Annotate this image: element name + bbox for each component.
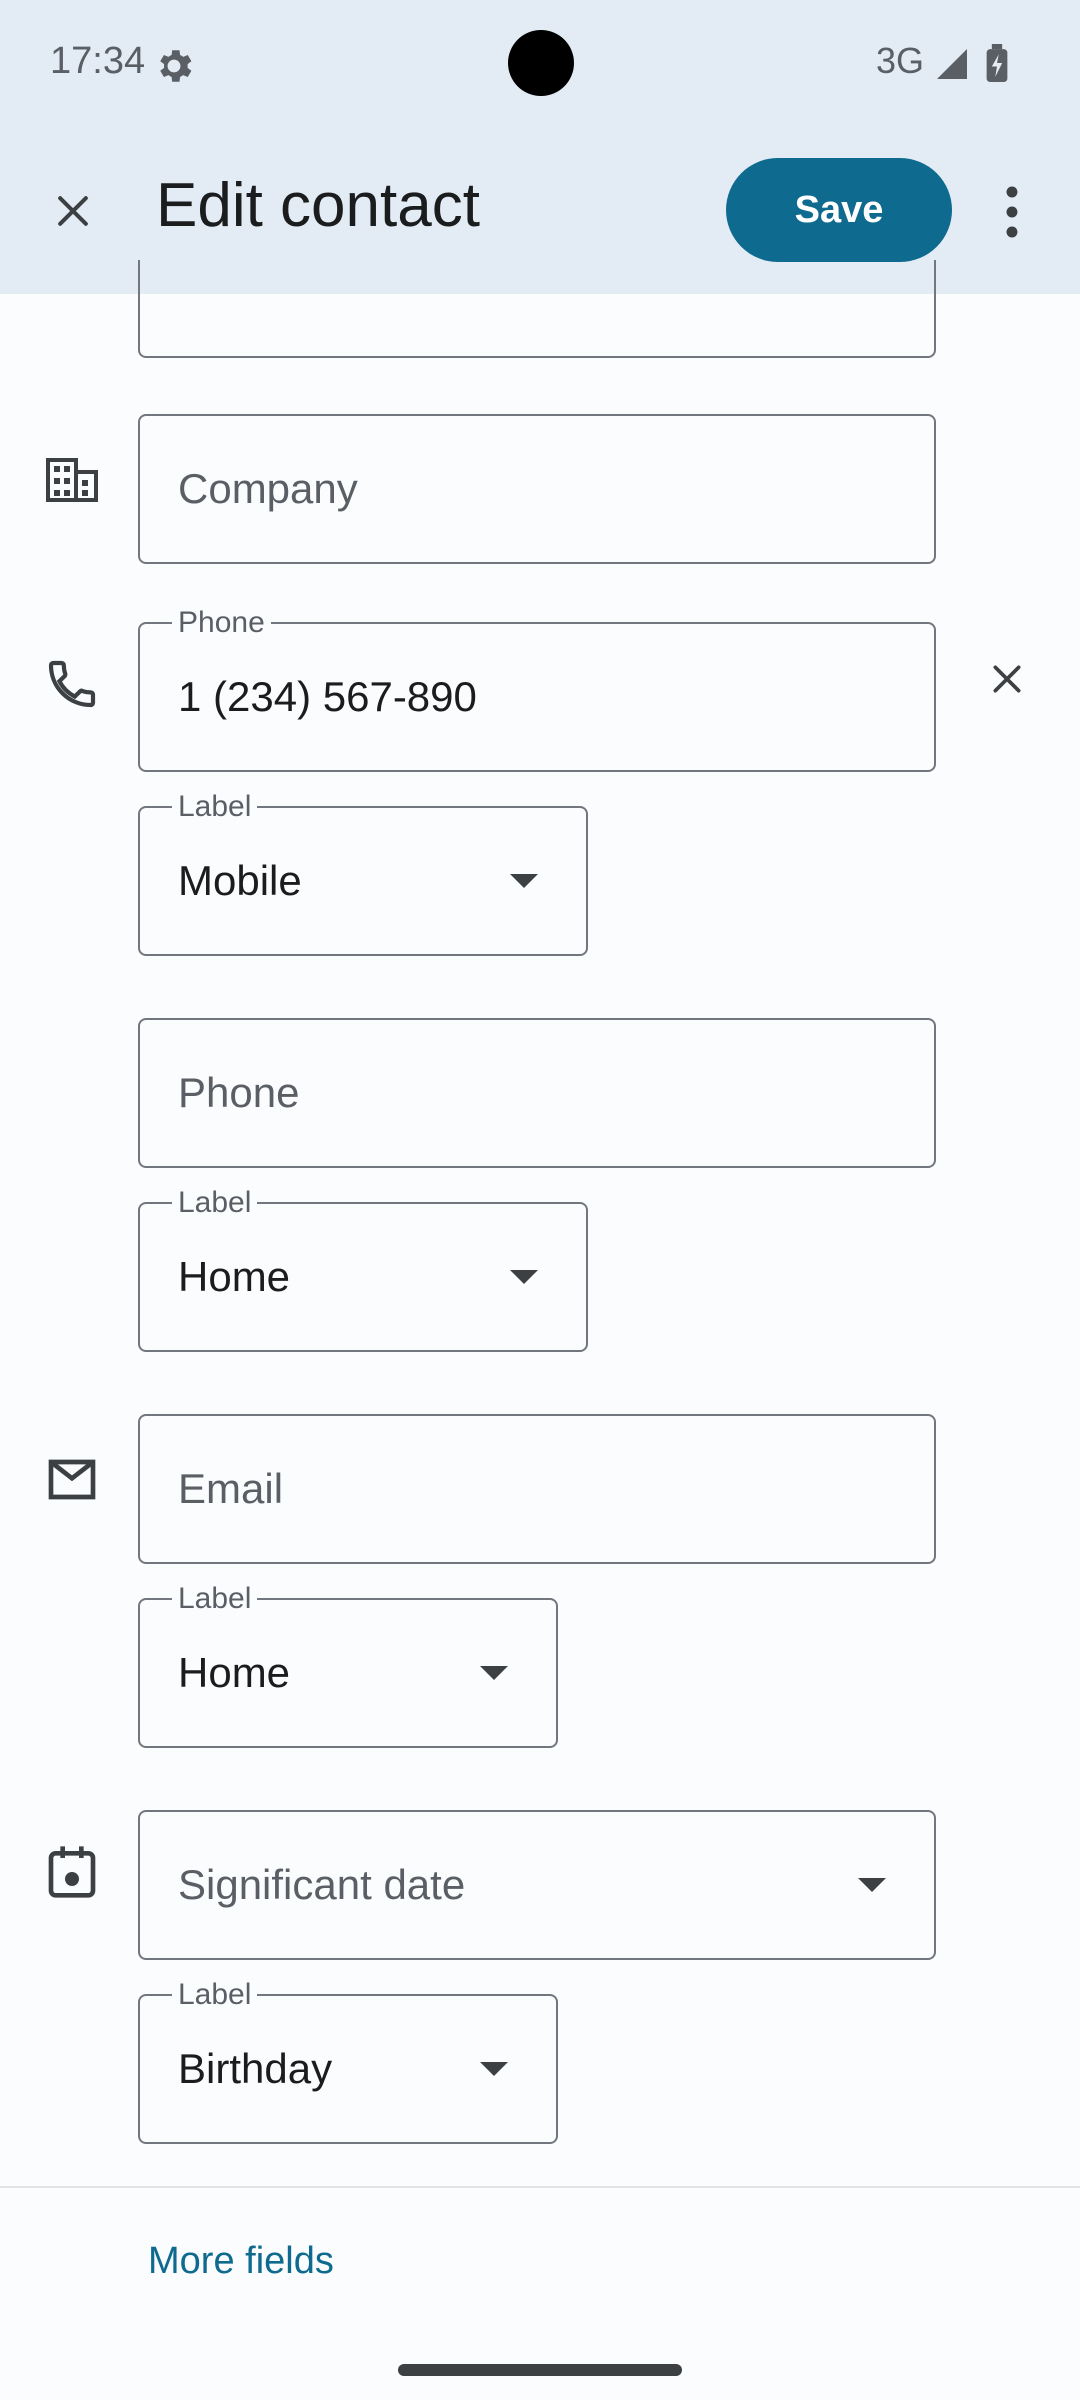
calendar-icon: [42, 1842, 102, 1902]
more-vert-icon: [1006, 186, 1018, 238]
email-icon: [42, 1446, 102, 1506]
status-time: 17:34: [50, 40, 146, 82]
email-type-label: Label: [172, 1582, 258, 1616]
phone2-type-dropdown[interactable]: Home: [138, 1202, 588, 1352]
gesture-home-bar[interactable]: [398, 2364, 682, 2376]
phone-type-dropdown[interactable]: Mobile: [138, 806, 588, 956]
remove-icon: [993, 665, 1021, 693]
name-field-partial[interactable]: [138, 260, 936, 358]
signal-icon: [937, 49, 967, 79]
phone-field[interactable]: 1 (234) 567-890: [138, 622, 936, 772]
page-title: Edit contact: [156, 171, 480, 240]
camera-cutout: [508, 30, 574, 96]
battery-icon: [986, 44, 1008, 82]
phone-field-label: Phone: [172, 606, 271, 640]
phone2-field[interactable]: Phone: [138, 1018, 936, 1168]
email-placeholder: Email: [178, 1465, 284, 1512]
phone2-type-label: Label: [172, 1186, 258, 1220]
company-icon: [42, 450, 102, 510]
close-button[interactable]: [0, 138, 146, 284]
dropdown-arrow-icon[interactable]: [480, 2062, 508, 2076]
dropdown-arrow-icon[interactable]: [858, 1878, 886, 1892]
phone-type-value: Mobile: [178, 857, 302, 904]
date-type-label: Label: [172, 1978, 258, 2012]
phone-type-label: Label: [172, 790, 258, 824]
significant-date-field[interactable]: Significant date: [138, 1810, 936, 1960]
dropdown-arrow-icon[interactable]: [510, 874, 538, 888]
phone-icon: [42, 654, 102, 714]
company-field[interactable]: Company: [138, 414, 936, 564]
gear-icon: [160, 50, 192, 82]
close-icon: [58, 196, 88, 226]
more-options-button[interactable]: [956, 150, 1068, 274]
date-type-dropdown[interactable]: Birthday: [138, 1994, 558, 2144]
email-field[interactable]: Email: [138, 1414, 936, 1564]
dropdown-arrow-icon[interactable]: [510, 1270, 538, 1284]
date-type-value: Birthday: [178, 2045, 333, 2092]
remove-phone-button[interactable]: [934, 606, 1080, 752]
network-type: 3G: [876, 40, 925, 81]
dropdown-arrow-icon[interactable]: [480, 1666, 508, 1680]
company-placeholder: Company: [178, 465, 358, 512]
phone2-type-value: Home: [178, 1253, 291, 1300]
more-fields-button[interactable]: More fields: [148, 2240, 334, 2283]
email-type-value: Home: [178, 1649, 291, 1696]
save-button[interactable]: Save: [726, 158, 952, 262]
divider: [0, 2186, 1080, 2188]
email-type-dropdown[interactable]: Home: [138, 1598, 558, 1748]
phone2-placeholder: Phone: [178, 1069, 300, 1116]
significant-date-placeholder: Significant date: [178, 1861, 466, 1908]
phone-value: 1 (234) 567-890: [178, 673, 477, 720]
